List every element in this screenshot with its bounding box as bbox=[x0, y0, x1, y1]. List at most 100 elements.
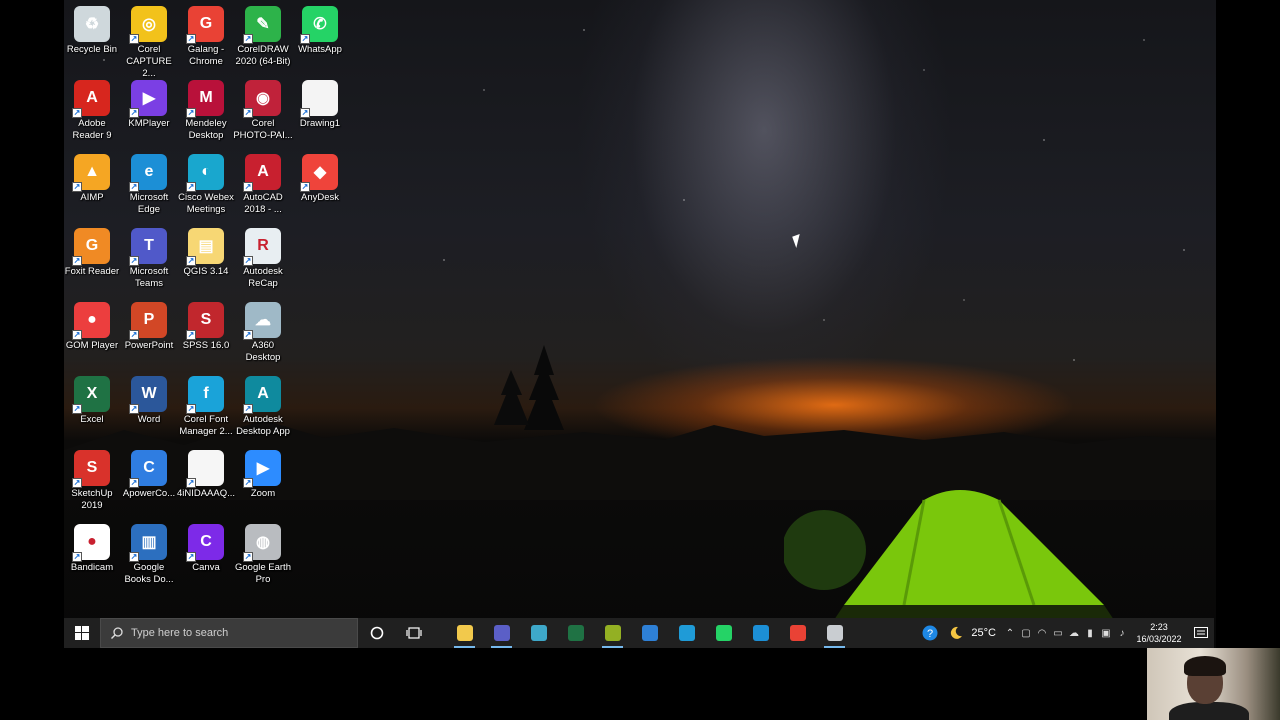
taskbar-app-button[interactable] bbox=[520, 618, 557, 648]
shortcut-arrow-icon: ↗ bbox=[300, 182, 310, 192]
desktop-icon-label: Cisco Webex Meetings bbox=[178, 192, 234, 215]
desktop-icon[interactable]: ◆ ↗ AnyDesk bbox=[290, 150, 350, 222]
desktop-icon[interactable]: S ↗ SketchUp 2019 bbox=[62, 446, 122, 518]
desktop-icon-label: Word bbox=[137, 414, 161, 425]
desktop-icon[interactable]: ▤ ↗ QGIS 3.14 bbox=[176, 224, 236, 296]
desktop-icon-label: A360 Desktop bbox=[245, 340, 281, 363]
weather-moon-icon[interactable] bbox=[943, 618, 969, 648]
taskbar-app-button[interactable] bbox=[631, 618, 668, 648]
start-button[interactable] bbox=[64, 618, 100, 648]
taskbar-app-button[interactable] bbox=[742, 618, 779, 648]
desktop-icon[interactable]: f ↗ Corel Font Manager 2... bbox=[176, 372, 236, 444]
shortcut-arrow-icon: ↗ bbox=[186, 404, 196, 414]
aimp-icon: ▲ ↗ bbox=[72, 154, 110, 192]
desktop-icon[interactable]: P ↗ PowerPoint bbox=[119, 298, 179, 370]
volume-icon[interactable]: ♪ bbox=[1114, 618, 1130, 648]
cortana-button[interactable] bbox=[358, 618, 395, 648]
teams-taskbar-icon bbox=[493, 625, 510, 641]
desktop-icon[interactable]: ◐ ↗ Cisco Webex Meetings bbox=[176, 150, 236, 222]
desktop-icon-label: Microsoft Edge bbox=[129, 192, 169, 215]
desktop-icon[interactable]: A ↗ Autodesk Desktop App bbox=[233, 372, 293, 444]
taskbar-app-button[interactable] bbox=[446, 618, 483, 648]
apowerrec-icon: C ↗ bbox=[129, 450, 167, 488]
weather-temperature[interactable]: 25°C bbox=[971, 627, 996, 639]
corel-capture-icon: ◎ ↗ bbox=[129, 6, 167, 44]
zoom-icon: ▶ ↗ bbox=[243, 450, 281, 488]
meet-now-icon[interactable]: ▢ bbox=[1018, 618, 1034, 648]
desktop-icon[interactable]: A ↗ AutoCAD 2018 - ... bbox=[233, 150, 293, 222]
desktop-icon[interactable]: C ↗ ApowerCo... bbox=[119, 446, 179, 518]
shortcut-arrow-icon: ↗ bbox=[243, 108, 253, 118]
shortcut-arrow-icon: ↗ bbox=[300, 108, 310, 118]
desktop-icon-label: PowerPoint bbox=[124, 340, 174, 351]
task-view-button[interactable] bbox=[395, 618, 432, 648]
desktop-icon[interactable]: ☁ ↗ A360 Desktop bbox=[233, 298, 293, 370]
internet-explorer-taskbar-icon bbox=[678, 625, 695, 641]
onedrive-cloud-icon[interactable]: ☁ bbox=[1066, 618, 1082, 648]
desktop-icon[interactable]: ● ↗ Bandicam bbox=[62, 520, 122, 592]
shortcut-arrow-icon: ↗ bbox=[186, 108, 196, 118]
taskbar-app-button[interactable] bbox=[816, 618, 853, 648]
taskbar-app-button[interactable] bbox=[483, 618, 520, 648]
shortcut-arrow-icon: ↗ bbox=[129, 34, 139, 44]
desktop-icon-label: Autodesk ReCap bbox=[243, 266, 283, 289]
search-input[interactable] bbox=[131, 627, 331, 639]
desktop-icon[interactable]: R ↗ Autodesk ReCap bbox=[233, 224, 293, 296]
desktop-icon[interactable]: A ↗ Adobe Reader 9 bbox=[62, 76, 122, 148]
taskbar-app-button[interactable] bbox=[594, 618, 631, 648]
desktop-icon[interactable]: ● ↗ GOM Player bbox=[62, 298, 122, 370]
desktop-icon[interactable]: X ↗ Excel bbox=[62, 372, 122, 444]
taskbar-app-button[interactable] bbox=[668, 618, 705, 648]
desktop-icon[interactable]: ↗ Drawing1 bbox=[290, 76, 350, 148]
help-icon[interactable]: ? bbox=[917, 618, 943, 648]
shortcut-arrow-icon: ↗ bbox=[72, 182, 82, 192]
network-icon[interactable]: ◠ bbox=[1034, 618, 1050, 648]
desktop-icon[interactable]: ▲ ↗ AIMP bbox=[62, 150, 122, 222]
desktop-icon[interactable]: ↗ 4iNIDAAAQ... bbox=[176, 446, 236, 518]
shortcut-arrow-icon: ↗ bbox=[186, 330, 196, 340]
desktop-icon[interactable]: ◉ ↗ Corel PHOTO-PAI... bbox=[233, 76, 293, 148]
desktop-icon[interactable]: ✆ ↗ WhatsApp bbox=[290, 2, 350, 74]
desktop-icon[interactable]: e ↗ Microsoft Edge bbox=[119, 150, 179, 222]
powerpoint-icon: P ↗ bbox=[129, 302, 167, 340]
desktop-icon[interactable]: W ↗ Word bbox=[119, 372, 179, 444]
corel-font-manager-icon: f ↗ bbox=[186, 376, 224, 414]
file-explorer-taskbar-icon bbox=[456, 625, 473, 641]
shortcut-arrow-icon: ↗ bbox=[72, 256, 82, 266]
bandicam-icon: ● ↗ bbox=[72, 524, 110, 562]
chevron-up-icon[interactable]: ⌃ bbox=[1002, 618, 1018, 648]
screen-project-icon[interactable]: ▣ bbox=[1098, 618, 1114, 648]
desktop-icon[interactable]: ✎ ↗ CorelDRAW 2020 (64-Bit) bbox=[233, 2, 293, 74]
qgis-folder-icon: ▤ ↗ bbox=[186, 228, 224, 266]
taskbar-app-button[interactable] bbox=[557, 618, 594, 648]
taskbar-app-button[interactable] bbox=[779, 618, 816, 648]
battery-icon[interactable]: ▭ bbox=[1050, 618, 1066, 648]
wallpaper-trees bbox=[494, 345, 564, 430]
recycle-bin-icon: ♻ bbox=[74, 6, 110, 42]
desktop-icon[interactable]: G ↗ Foxit Reader bbox=[62, 224, 122, 296]
desktop-icon-label: Google Books Do... bbox=[124, 562, 174, 585]
desktop-icon-label: Mendeley Desktop bbox=[185, 118, 227, 141]
shortcut-arrow-icon: ↗ bbox=[186, 182, 196, 192]
cortana-circle-icon bbox=[370, 626, 383, 640]
usb-device-icon[interactable]: ▮ bbox=[1082, 618, 1098, 648]
desktop-icon[interactable]: M ↗ Mendeley Desktop bbox=[176, 76, 236, 148]
taskbar-clock[interactable]: 2:23 16/03/2022 bbox=[1130, 621, 1188, 645]
desktop-icon[interactable]: ◎ ↗ Corel CAPTURE 2... bbox=[119, 2, 179, 79]
desktop-icon-label: Autodesk Desktop App bbox=[236, 414, 290, 437]
desktop-icon-label: ApowerCo... bbox=[122, 488, 176, 499]
desktop-icon[interactable]: ♻ Recycle Bin bbox=[62, 2, 122, 74]
desktop-icon[interactable]: ◍ ↗ Google Earth Pro bbox=[233, 520, 293, 592]
desktop-icon[interactable]: G ↗ Galang - Chrome bbox=[176, 2, 236, 74]
desktop-icon[interactable]: ▥ ↗ Google Books Do... bbox=[119, 520, 179, 592]
desktop-icon[interactable]: ▶ ↗ Zoom bbox=[233, 446, 293, 518]
desktop-icon[interactable]: T ↗ Microsoft Teams bbox=[119, 224, 179, 296]
taskbar-app-button[interactable] bbox=[705, 618, 742, 648]
search-icon bbox=[111, 627, 123, 639]
shortcut-arrow-icon: ↗ bbox=[243, 478, 253, 488]
desktop-icon[interactable]: S ↗ SPSS 16.0 bbox=[176, 298, 236, 370]
desktop-icon[interactable]: ▶ ↗ KMPlayer bbox=[119, 76, 179, 148]
action-center-button[interactable] bbox=[1188, 618, 1214, 648]
taskbar-search-box[interactable] bbox=[100, 618, 358, 648]
desktop-icon[interactable]: C ↗ Canva bbox=[176, 520, 236, 592]
